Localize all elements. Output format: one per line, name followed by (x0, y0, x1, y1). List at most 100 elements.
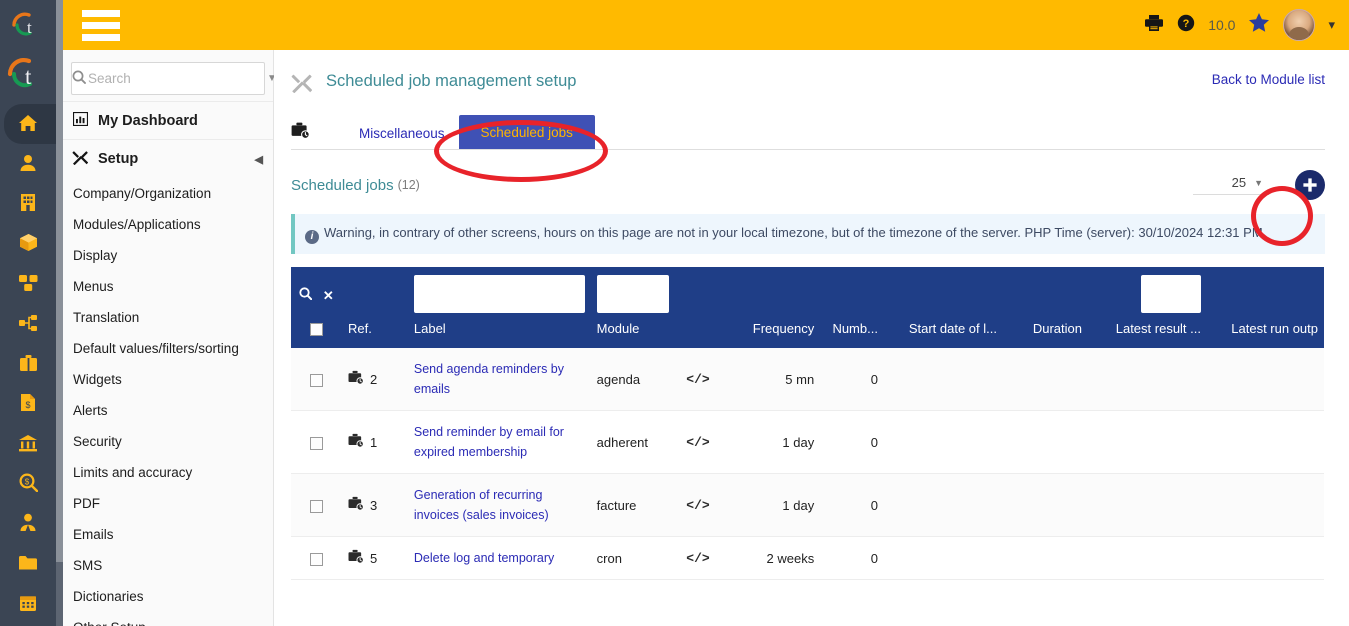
column-frequency[interactable]: Frequency (728, 317, 821, 349)
search-icon[interactable] (299, 287, 316, 303)
job-label-link[interactable]: Send reminder by email for expired membe… (414, 425, 564, 459)
sidebar-item-security[interactable]: Security (63, 426, 273, 457)
row-code-cell[interactable]: </> (667, 348, 729, 412)
help-circle-icon[interactable]: ? (1177, 14, 1195, 36)
rail-item-company[interactable] (0, 184, 56, 224)
sidebar-item-widgets[interactable]: Widgets (63, 364, 273, 395)
column-module[interactable]: Module (590, 317, 668, 349)
logo-large[interactable]: t (0, 50, 56, 98)
rail-item-bank[interactable] (0, 424, 56, 464)
rail-item-billing[interactable]: $ (0, 384, 56, 424)
column-latest-output[interactable]: Latest run outp (1207, 317, 1324, 349)
sidebar-item-sms[interactable]: SMS (63, 550, 273, 581)
svg-text:t: t (25, 64, 32, 89)
filter-input-label[interactable] (413, 275, 585, 313)
search-input[interactable] (86, 70, 267, 87)
row-checkbox[interactable] (310, 499, 323, 513)
column-start-date[interactable]: Start date of l... (883, 317, 1003, 349)
filter-cell-ref (342, 267, 408, 317)
sidebar-item-pdf[interactable]: PDF (63, 488, 273, 519)
sidebar-search-wrap: ▼ (63, 50, 277, 101)
row-checkbox-cell[interactable] (291, 410, 342, 475)
row-checkbox[interactable] (310, 552, 323, 566)
column-latest-result[interactable]: Latest result ... (1087, 317, 1207, 349)
code-icon[interactable]: </> (686, 372, 709, 387)
list-count: (12) (397, 178, 420, 192)
filter-input-latest-result[interactable] (1141, 275, 1201, 313)
tab-scheduled-jobs[interactable]: Scheduled jobs (458, 115, 595, 150)
row-checkbox[interactable] (310, 373, 323, 387)
clear-filter-icon[interactable]: ✕ (323, 288, 334, 303)
rail-item-commercial[interactable] (0, 344, 56, 384)
per-page-selector[interactable]: 25 ▼ (1193, 175, 1269, 195)
hamburger-icon[interactable] (73, 9, 129, 41)
filter-input-module[interactable] (596, 275, 669, 313)
column-select-all[interactable] (291, 317, 342, 349)
job-label-link[interactable]: Delete log and temporary (414, 551, 554, 565)
rail-item-home[interactable] (0, 104, 60, 144)
main-content: Scheduled job management setup Back to M… (274, 50, 1349, 626)
row-checkbox-cell[interactable] (291, 473, 342, 538)
sidebar-item-setup[interactable]: Setup ◀ (63, 139, 273, 178)
star-icon[interactable] (1248, 12, 1270, 39)
code-icon[interactable]: </> (686, 498, 709, 513)
avatar[interactable] (1283, 9, 1316, 41)
logo-small[interactable]: t (0, 0, 56, 50)
row-checkbox-cell[interactable] (291, 348, 342, 412)
column-label[interactable]: Label (407, 317, 591, 349)
column-ref[interactable]: Ref. (342, 317, 408, 349)
rail-item-products[interactable] (0, 224, 56, 264)
chevron-left-icon[interactable]: ◀ (255, 153, 263, 166)
rail-item-third-parties[interactable] (0, 144, 56, 184)
select-all-checkbox[interactable] (310, 323, 323, 337)
sidebar-item-menus[interactable]: Menus (63, 271, 273, 302)
rail-item-projects[interactable] (0, 304, 56, 344)
table-row[interactable]: 2 Send agenda reminders by emails agenda… (291, 348, 1324, 412)
rail-item-stocks[interactable] (0, 264, 56, 304)
icon-rail: t t $ $ (0, 0, 60, 626)
rail-scrollbar[interactable] (56, 0, 63, 626)
rail-item-documents[interactable] (0, 544, 56, 584)
column-number[interactable]: Numb... (820, 317, 884, 349)
sidebar-item-company-organization[interactable]: Company/Organization (63, 178, 273, 209)
sidebar-item-my-dashboard[interactable]: My Dashboard (63, 101, 273, 139)
code-icon[interactable]: </> (686, 551, 709, 566)
rail-item-agenda[interactable] (0, 584, 56, 624)
sidebar-item-modules-applications[interactable]: Modules/Applications (63, 209, 273, 240)
table-row[interactable]: 5 Delete log and temporary cron </> 2 we… (291, 536, 1324, 581)
row-checkbox-cell[interactable] (291, 536, 342, 581)
rail-item-accounting[interactable]: $ (0, 464, 56, 504)
row-start-date (883, 348, 1003, 412)
filter-cell-start-date (883, 267, 1003, 317)
sidebar-item-limits-accuracy[interactable]: Limits and accuracy (63, 457, 273, 488)
search-box[interactable]: ▼ (71, 62, 277, 95)
sidebar-item-display[interactable]: Display (63, 240, 273, 271)
sidebar-item-other-setup[interactable]: Other Setup (63, 612, 273, 626)
code-icon[interactable]: </> (686, 435, 709, 450)
rail-scrollbar-thumb[interactable] (56, 0, 63, 562)
sidebar-item-default-values[interactable]: Default values/filters/sorting (63, 333, 273, 364)
table-row[interactable]: 3 Generation of recurring invoices (sale… (291, 473, 1324, 538)
job-label-link[interactable]: Send agenda reminders by emails (414, 362, 564, 396)
sidebar-item-emails[interactable]: Emails (63, 519, 273, 550)
svg-text:?: ? (1183, 18, 1190, 30)
row-checkbox[interactable] (310, 436, 323, 450)
rail-item-hrm[interactable] (0, 504, 56, 544)
row-code-cell[interactable]: </> (667, 473, 729, 538)
back-to-module-list-link[interactable]: Back to Module list (1212, 72, 1325, 87)
printer-icon[interactable] (1144, 14, 1164, 36)
job-label-link[interactable]: Generation of recurring invoices (sales … (414, 488, 549, 522)
row-code-cell[interactable]: </> (667, 536, 729, 581)
sidebar-item-translation[interactable]: Translation (63, 302, 273, 333)
row-latest-result (1087, 410, 1207, 475)
sidebar-item-alerts[interactable]: Alerts (63, 395, 273, 426)
scheduled-jobs-table: ✕ Ref. Label Module Frequency Numb... St… (291, 267, 1324, 581)
tab-miscellaneous[interactable]: Miscellaneous (345, 117, 459, 150)
table-row[interactable]: 1 Send reminder by email for expired mem… (291, 410, 1324, 475)
add-new-job-button[interactable] (1295, 170, 1325, 200)
column-duration[interactable]: Duration (1002, 317, 1088, 349)
sidebar-item-label: My Dashboard (98, 112, 198, 129)
row-code-cell[interactable]: </> (667, 410, 729, 475)
sidebar-item-dictionaries[interactable]: Dictionaries (63, 581, 273, 612)
chevron-down-icon[interactable]: ▾ (1328, 17, 1335, 33)
